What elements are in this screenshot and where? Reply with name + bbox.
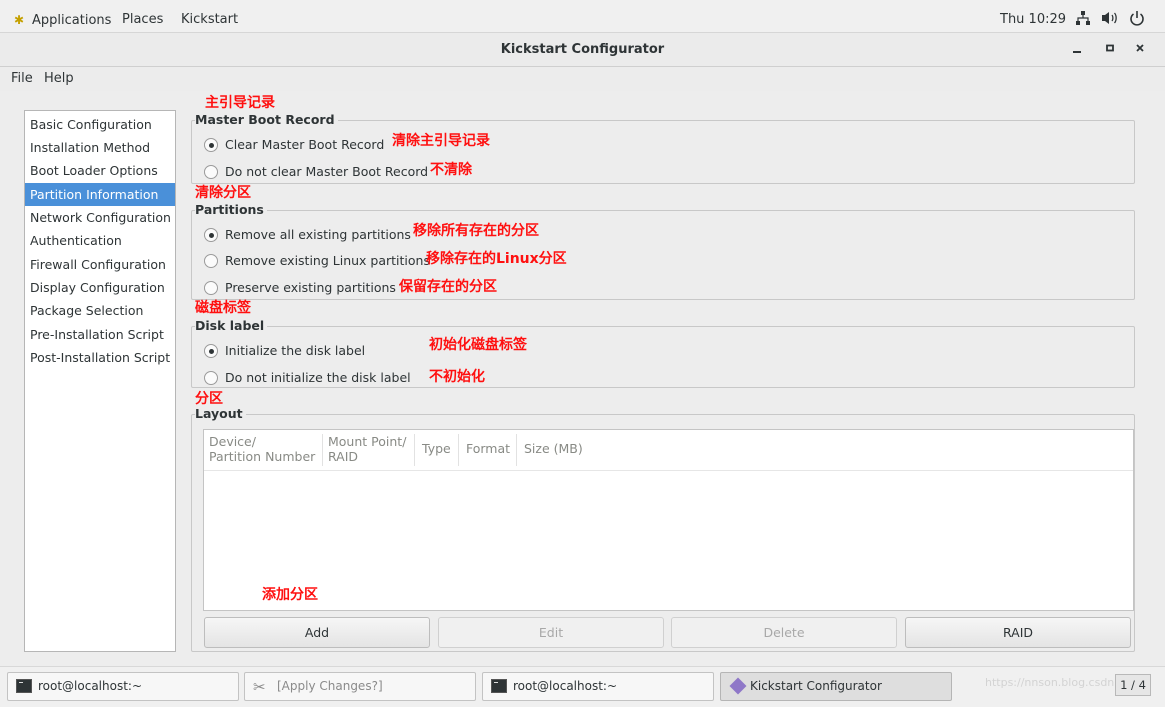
column-separator[interactable]	[414, 434, 415, 466]
annotation-clear-partitions: 清除分区	[195, 185, 251, 201]
radio-indicator[interactable]	[204, 165, 218, 179]
column-header-line: Partition Number	[209, 449, 316, 464]
window-titlebar[interactable]: Kickstart Configurator	[0, 33, 1165, 67]
maximize-icon[interactable]	[1101, 42, 1119, 60]
minimize-icon[interactable]	[1068, 42, 1086, 60]
partition-layout-table[interactable]: Device/ Partition Number Mount Point/ RA…	[203, 429, 1134, 611]
annotation-no-clear: 不清除	[430, 162, 472, 178]
annotation-mbr-title: 主引导记录	[205, 95, 275, 111]
column-header-format[interactable]: Format	[466, 430, 514, 469]
task-apply-changes[interactable]: ✂ [Apply Changes?]	[244, 672, 476, 701]
sidebar-item-partition-information[interactable]: Partition Information	[25, 183, 175, 206]
radio-indicator[interactable]	[204, 371, 218, 385]
edit-button[interactable]: Edit	[438, 617, 664, 648]
column-separator[interactable]	[322, 434, 323, 466]
top-panel: ✱ Applications Places Kickstart Thu 10:29	[0, 0, 1165, 33]
column-header-line: Device/	[209, 434, 256, 449]
column-header-type[interactable]: Type	[422, 430, 454, 469]
radio-label: Do not initialize the disk label	[225, 370, 411, 385]
layout-group-label: Layout	[195, 407, 246, 421]
sidebar-item-firewall-configuration[interactable]: Firewall Configuration	[25, 253, 175, 276]
annotation-clear-mbr: 清除主引导记录	[392, 133, 490, 149]
terminal-icon	[491, 678, 507, 693]
task-label: [Apply Changes?]	[277, 679, 383, 693]
annotation-add-partition: 添加分区	[262, 587, 318, 603]
sidebar-item-pre-installation-script[interactable]: Pre-Installation Script	[25, 323, 175, 346]
places-menu[interactable]: Places	[122, 0, 163, 33]
column-header-size[interactable]: Size (MB)	[524, 430, 594, 469]
radio-indicator[interactable]	[204, 228, 218, 242]
column-header-mount-point[interactable]: Mount Point/ RAID	[328, 430, 414, 469]
network-icon[interactable]	[1075, 10, 1091, 30]
mbr-group-label: Master Boot Record	[195, 113, 338, 127]
sidebar: Basic Configuration Installation Method …	[24, 110, 176, 652]
terminal-icon	[16, 678, 32, 693]
annotation-remove-linux: 移除存在的Linux分区	[426, 251, 567, 267]
annotation-init-label: 初始化磁盘标签	[429, 337, 527, 353]
header-divider	[204, 470, 1133, 471]
task-label: Kickstart Configurator	[750, 679, 882, 693]
sidebar-item-basic-configuration[interactable]: Basic Configuration	[25, 113, 175, 136]
column-header-line: Mount Point/	[328, 434, 407, 449]
annotation-disk-label-title: 磁盘标签	[195, 300, 251, 316]
watermark: https://nnson.blog.csdn	[985, 676, 1115, 689]
radio-indicator[interactable]	[204, 281, 218, 295]
column-separator[interactable]	[516, 434, 517, 466]
task-label: root@localhost:~	[513, 679, 618, 693]
annotation-preserve: 保留存在的分区	[399, 279, 497, 295]
sidebar-item-network-configuration[interactable]: Network Configuration	[25, 206, 175, 229]
disk-label-group-label: Disk label	[195, 319, 268, 333]
radio-indicator[interactable]	[204, 344, 218, 358]
sidebar-item-boot-loader-options[interactable]: Boot Loader Options	[25, 159, 175, 182]
menubar: File Help	[0, 67, 1165, 91]
volume-icon[interactable]	[1101, 10, 1119, 30]
column-separator[interactable]	[458, 434, 459, 466]
radio-label: Remove existing Linux partitions	[225, 253, 430, 268]
partitions-group-label: Partitions	[195, 203, 267, 217]
annotation-remove-all: 移除所有存在的分区	[413, 223, 539, 239]
delete-button[interactable]: Delete	[671, 617, 897, 648]
sidebar-item-display-configuration[interactable]: Display Configuration	[25, 276, 175, 299]
task-kickstart-configurator[interactable]: Kickstart Configurator	[720, 672, 952, 701]
task-label: root@localhost:~	[38, 679, 143, 693]
window-title: Kickstart Configurator	[500, 42, 665, 57]
add-button[interactable]: Add	[204, 617, 430, 648]
power-icon[interactable]	[1129, 10, 1145, 30]
workspace-pager[interactable]: 1 / 4	[1115, 674, 1151, 696]
applications-label: Applications	[32, 13, 112, 28]
app-menu[interactable]: Kickstart	[181, 0, 238, 33]
column-header-line: RAID	[328, 449, 359, 464]
radio-indicator[interactable]	[204, 138, 218, 152]
kickstart-app-icon	[729, 677, 747, 694]
annotation-partition: 分区	[195, 391, 223, 407]
sidebar-item-authentication[interactable]: Authentication	[25, 229, 175, 252]
sidebar-item-post-installation-script[interactable]: Post-Installation Script	[25, 346, 175, 369]
annotation-no-init: 不初始化	[429, 369, 485, 385]
sidebar-item-package-selection[interactable]: Package Selection	[25, 299, 175, 322]
radio-label: Initialize the disk label	[225, 343, 366, 358]
close-icon[interactable]	[1131, 42, 1149, 60]
radio-indicator[interactable]	[204, 254, 218, 268]
menu-help[interactable]: Help	[44, 67, 74, 91]
task-terminal-1[interactable]: root@localhost:~	[7, 672, 239, 701]
task-terminal-2[interactable]: root@localhost:~	[482, 672, 714, 701]
applications-menu[interactable]: ✱ Applications	[14, 0, 111, 33]
sidebar-item-installation-method[interactable]: Installation Method	[25, 136, 175, 159]
radio-label: Remove all existing partitions	[225, 227, 411, 242]
raid-button[interactable]: RAID	[905, 617, 1131, 648]
radio-label: Do not clear Master Boot Record	[225, 164, 429, 179]
radio-label: Clear Master Boot Record	[225, 137, 385, 152]
tools-icon: ✂	[253, 677, 266, 696]
clock[interactable]: Thu 10:29	[1000, 0, 1066, 33]
menu-file[interactable]: File	[11, 67, 33, 91]
column-header-device[interactable]: Device/ Partition Number	[209, 430, 321, 469]
radio-label: Preserve existing partitions	[225, 280, 396, 295]
